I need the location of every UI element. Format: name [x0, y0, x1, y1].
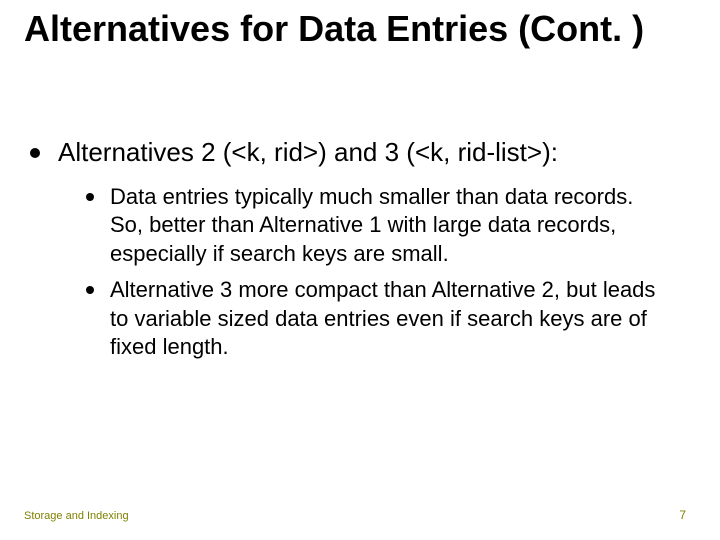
- bullet-dot-icon: [86, 193, 94, 201]
- bullet-level2: Alternative 3 more compact than Alternat…: [86, 276, 690, 362]
- page-number: 7: [679, 508, 686, 522]
- bullet-level1-text: Alternatives 2 (<k, rid>) and 3 (<k, rid…: [58, 136, 558, 169]
- slide-title: Alternatives for Data Entries (Cont. ): [24, 8, 696, 49]
- slide: Alternatives for Data Entries (Cont. ) A…: [0, 0, 720, 540]
- bullet-dot-icon: [30, 148, 40, 158]
- bullet-level2-text: Alternative 3 more compact than Alternat…: [110, 276, 670, 362]
- footer-text: Storage and Indexing: [24, 510, 129, 522]
- slide-body: Alternatives 2 (<k, rid>) and 3 (<k, rid…: [30, 136, 690, 370]
- bullet-dot-icon: [86, 286, 94, 294]
- bullet-level2-text: Data entries typically much smaller than…: [110, 183, 670, 269]
- bullet-level1: Alternatives 2 (<k, rid>) and 3 (<k, rid…: [30, 136, 690, 169]
- bullet-level2: Data entries typically much smaller than…: [86, 183, 690, 269]
- bullet-level2-group: Data entries typically much smaller than…: [86, 183, 690, 363]
